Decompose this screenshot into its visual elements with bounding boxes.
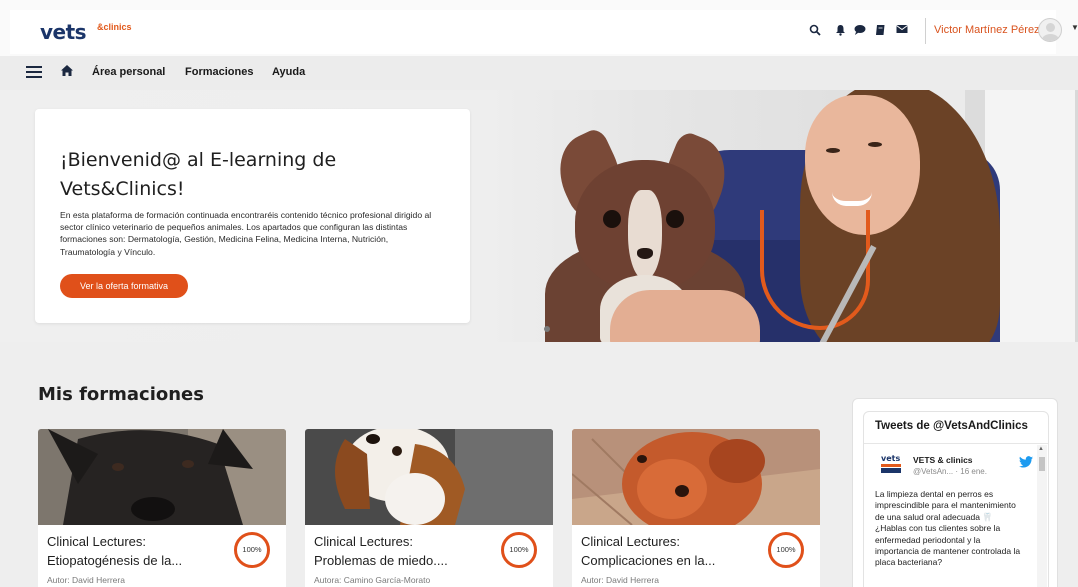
top-header: vets &clinics Victor Martínez Pérez ▼ xyxy=(0,0,1078,56)
twitter-account-logo-text: vets xyxy=(881,454,901,463)
course-author: Autora: Camino García-Morato xyxy=(314,575,431,585)
nav-item-area-personal[interactable]: Área personal xyxy=(92,66,165,78)
progress-ring: 100% xyxy=(234,532,270,568)
book-icon[interactable] xyxy=(873,24,887,38)
hero-title: ¡Bienvenid@ al E-learning de Vets&Clinic… xyxy=(60,149,337,200)
course-title[interactable]: Clinical Lectures: Problemas de miedo...… xyxy=(314,532,494,570)
main-content: Mis formaciones Clinical Lectures: Etiop… xyxy=(0,342,1078,587)
header-separator xyxy=(925,18,926,44)
course-title-line: Problemas de miedo.... xyxy=(314,553,448,568)
mail-icon[interactable] xyxy=(895,24,909,38)
course-card[interactable]: Clinical Lectures: Problemas de miedo...… xyxy=(305,429,553,587)
twitter-bird-icon[interactable] xyxy=(1019,455,1033,468)
tweet-text: La limpieza dental en perros es impresci… xyxy=(875,489,1021,568)
carousel-dot[interactable] xyxy=(544,326,550,332)
course-card[interactable]: Clinical Lectures: Complicaciones en la.… xyxy=(572,429,820,587)
search-icon[interactable] xyxy=(808,24,822,38)
site-logo[interactable]: vets xyxy=(40,20,87,44)
course-title-line: Clinical Lectures: xyxy=(581,534,680,549)
progress-ring: 100% xyxy=(768,532,804,568)
twitter-handle[interactable]: @VetsAn... · 16 ene. xyxy=(913,467,987,476)
home-icon[interactable] xyxy=(60,64,74,78)
course-title-line: Complicaciones en la... xyxy=(581,553,716,568)
course-image[interactable] xyxy=(305,429,553,525)
section-title: Mis formaciones xyxy=(38,384,204,405)
course-image[interactable] xyxy=(38,429,286,525)
twitter-timeline[interactable]: Tweets de @VetsAndClinics vets VETS & cl… xyxy=(863,411,1049,587)
user-name[interactable]: Victor Martínez Pérez xyxy=(934,24,1040,36)
twitter-widget-title[interactable]: Tweets de @VetsAndClinics xyxy=(875,420,1028,432)
hero-description: En esta plataforma de formación continua… xyxy=(60,210,432,257)
chat-icon[interactable] xyxy=(853,24,867,38)
chevron-up-icon[interactable]: ▲ xyxy=(1038,446,1044,452)
course-title[interactable]: Clinical Lectures: Complicaciones en la.… xyxy=(581,532,761,570)
avatar[interactable] xyxy=(1038,18,1062,42)
scrollbar[interactable]: ▲ xyxy=(1037,445,1047,587)
scrollbar-thumb[interactable] xyxy=(1039,457,1045,471)
course-card[interactable]: Clinical Lectures: Etiopatogénesis de la… xyxy=(38,429,286,587)
course-title[interactable]: Clinical Lectures: Etiopatogénesis de la… xyxy=(47,532,227,570)
view-courses-button[interactable]: Ver la oferta formativa xyxy=(60,274,188,298)
nav-item-ayuda[interactable]: Ayuda xyxy=(272,66,305,78)
course-title-line: Etiopatogénesis de la... xyxy=(47,553,183,568)
course-author: Autor: David Herrera xyxy=(581,575,659,585)
nav-item-formaciones[interactable]: Formaciones xyxy=(185,66,253,78)
course-title-line: Clinical Lectures: xyxy=(47,534,146,549)
chevron-down-icon[interactable]: ▼ xyxy=(1071,23,1078,32)
divider xyxy=(864,443,1048,444)
twitter-widget: Tweets de @VetsAndClinics vets VETS & cl… xyxy=(852,398,1058,587)
hero-banner: ¡Bienvenid@ al E-learning de Vets&Clinic… xyxy=(0,90,1078,342)
twitter-account-name[interactable]: VETS & clinics xyxy=(913,455,973,465)
course-image[interactable] xyxy=(572,429,820,525)
site-logo-sub: &clinics xyxy=(97,22,132,32)
course-title-line: Clinical Lectures: xyxy=(314,534,413,549)
course-author: Autor: David Herrera xyxy=(47,575,125,585)
progress-ring: 100% xyxy=(501,532,537,568)
twitter-account-logo[interactable]: vets xyxy=(881,454,903,473)
hero-card: ¡Bienvenid@ al E-learning de Vets&Clinic… xyxy=(35,109,470,323)
main-nav: Área personal Formaciones Ayuda xyxy=(0,56,1078,90)
bell-icon[interactable] xyxy=(833,24,847,38)
top-header-inner: vets &clinics Victor Martínez Pérez ▼ xyxy=(10,10,1078,54)
hamburger-menu-icon[interactable] xyxy=(26,66,42,78)
